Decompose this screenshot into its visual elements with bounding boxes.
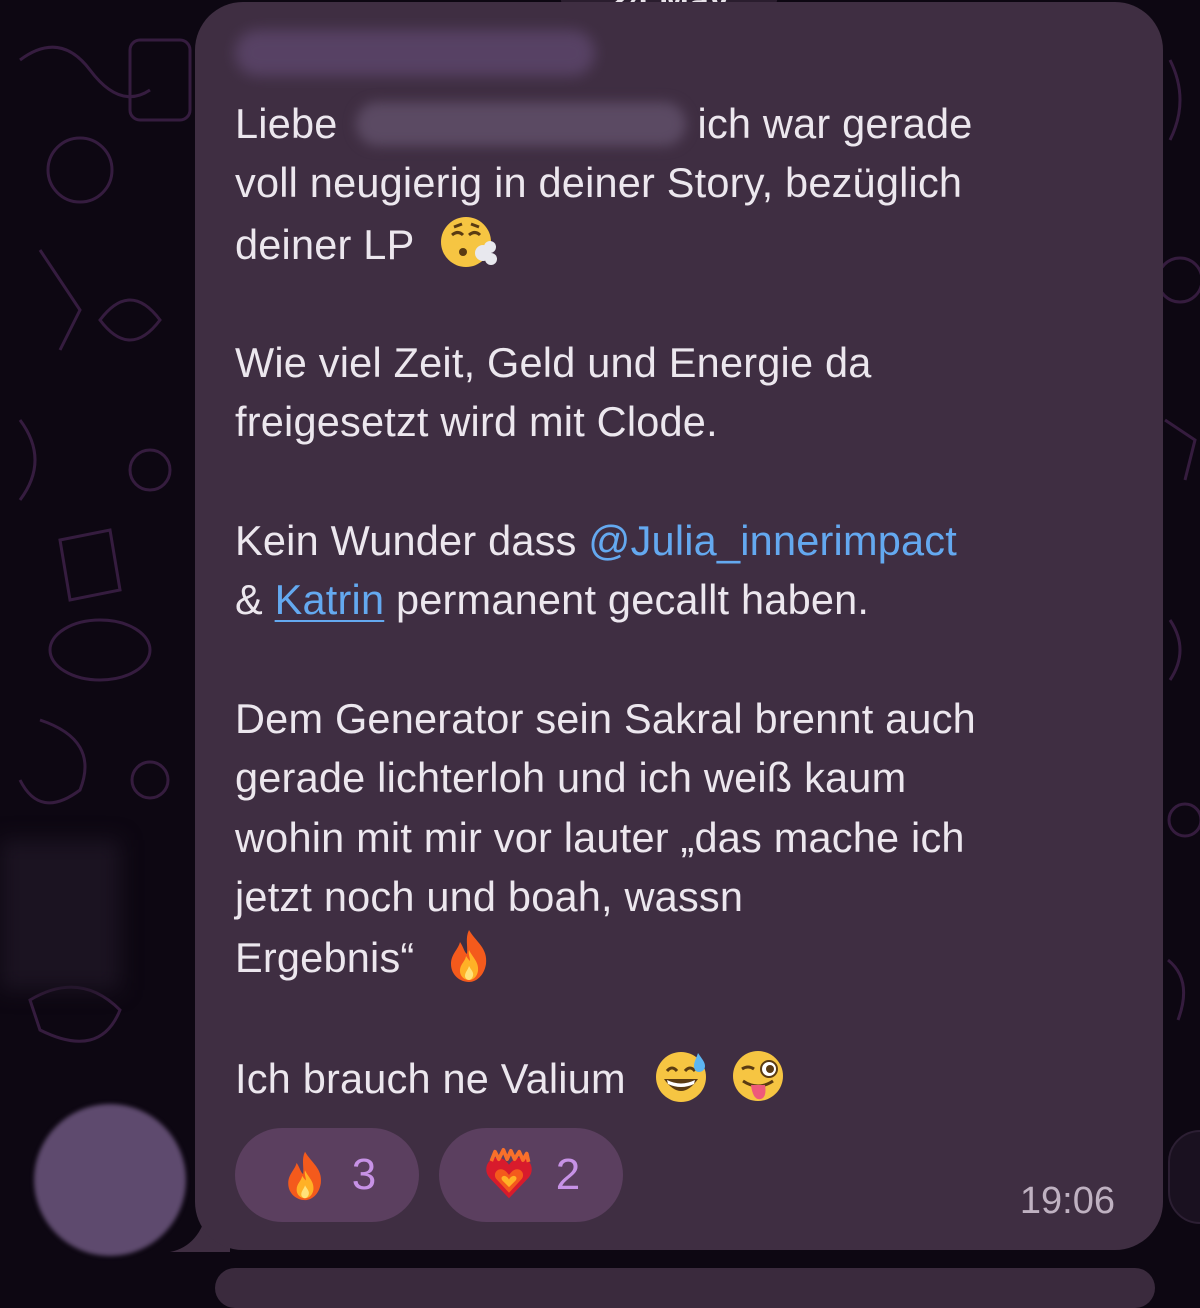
- text-line: Liebe: [235, 100, 338, 147]
- text-line: wohin mit mir vor lauter „das mache ich: [235, 813, 965, 861]
- scroll-to-bottom-button[interactable]: [1168, 1130, 1200, 1224]
- reaction-count: 3: [351, 1150, 377, 1199]
- fire-icon: [287, 1151, 321, 1201]
- text-line: Dem Generator sein Sakral brennt auch: [235, 694, 976, 742]
- reaction-fire[interactable]: 3: [235, 1128, 419, 1222]
- text-line: deiner LP: [235, 220, 414, 268]
- text-line: voll neugierig in deiner Story, bezüglic…: [235, 159, 963, 207]
- face-exhaling-emoji-icon: [441, 216, 498, 267]
- blurred-avatar-fragment: [0, 840, 120, 990]
- reaction-heart-on-fire[interactable]: 2: [439, 1128, 623, 1222]
- mention-julia-link[interactable]: @Julia_innerimpact: [588, 517, 957, 564]
- next-message-bubble[interactable]: [215, 1268, 1155, 1308]
- text-line: Wie viel Zeit, Geld und Energie da: [235, 339, 872, 387]
- text-line: freigesetzt wird mit Clode.: [235, 398, 718, 446]
- text-line: Kein Wunder dass: [235, 517, 589, 565]
- heart-on-fire-icon: [486, 1148, 532, 1199]
- text-line: Ergebnis“: [235, 934, 415, 982]
- text-line: gerade lichterloh und ich weiß kaum: [235, 754, 907, 802]
- message-timestamp: 19:06: [1019, 1180, 1115, 1222]
- message-bubble[interactable]: Liebe ich war gerade voll neugierig in de…: [195, 2, 1163, 1250]
- sender-avatar[interactable]: [34, 1104, 186, 1256]
- sender-name-redacted: [235, 30, 595, 76]
- winking-tongue-emoji-icon: [733, 1050, 784, 1101]
- redacted-username: [355, 102, 686, 146]
- text-line: ich war gerade: [697, 100, 973, 147]
- text-line: permanent gecallt haben.: [384, 576, 870, 624]
- mention-katrin-link[interactable]: Katrin: [275, 576, 385, 623]
- text-line: jetzt noch und boah, wassn: [235, 872, 744, 920]
- text-line: Ich brauch ne Valium: [235, 1054, 626, 1102]
- fire-emoji-icon: [451, 930, 487, 983]
- reaction-count: 2: [555, 1150, 581, 1199]
- message-text: Liebe ich war gerade voll neugierig in de…: [235, 94, 1135, 1108]
- text-line: &: [235, 576, 275, 624]
- grinning-sweat-emoji-icon: [655, 1051, 706, 1102]
- reactions-bar: 3 2: [235, 1128, 623, 1222]
